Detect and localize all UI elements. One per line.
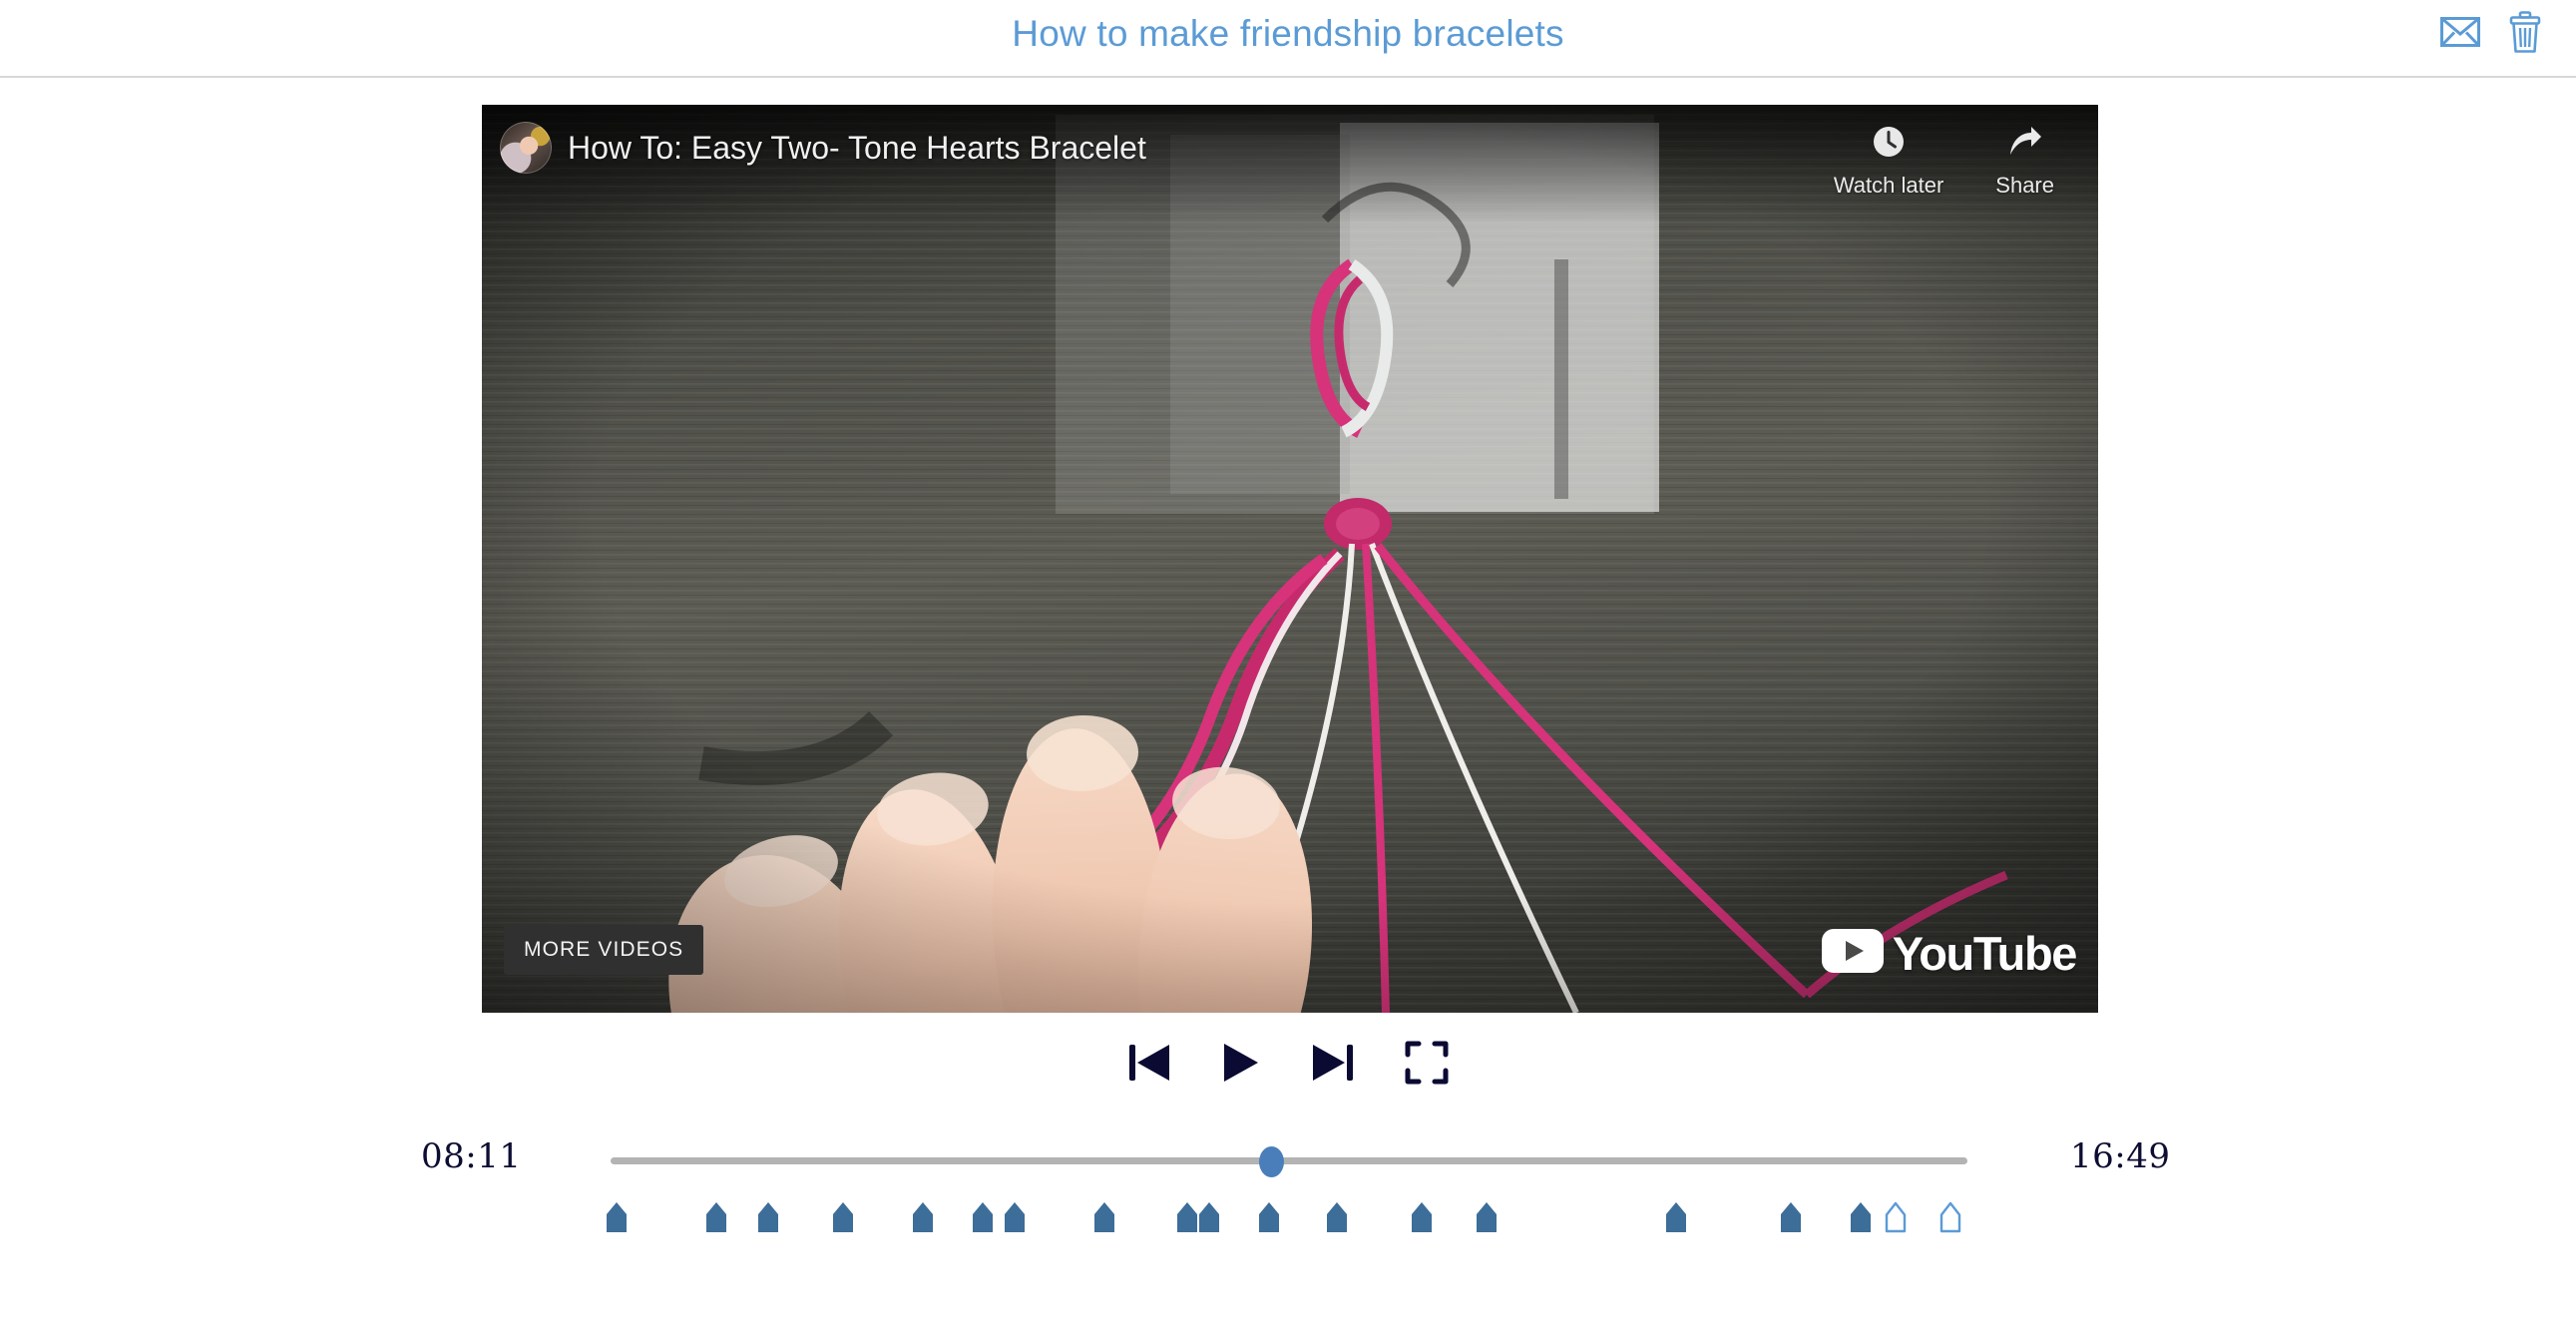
annotation-markers [0,1200,2576,1236]
watch-later-label: Watch later [1833,173,1944,198]
avatar[interactable] [500,122,552,174]
timeline-marker[interactable] [1197,1200,1221,1233]
playback-controls [0,1041,2576,1085]
timeline-marker[interactable] [1257,1200,1281,1233]
timeline: 08:11 16:49 [0,1136,2576,1180]
timeline-marker[interactable] [831,1200,855,1233]
video-player[interactable]: How To: Easy Two- Tone Hearts Bracelet W… [482,105,2098,1013]
timeline-marker[interactable] [1410,1200,1434,1233]
share-button[interactable]: Share [1995,125,2054,199]
timeline-marker[interactable] [1175,1200,1199,1233]
timeline-marker[interactable] [1884,1200,1908,1233]
video-frame-image [482,105,2098,1013]
trash-icon[interactable] [2508,11,2542,53]
video-title[interactable]: How To: Easy Two- Tone Hearts Bracelet [568,130,1146,167]
previous-button[interactable] [1127,1042,1171,1084]
total-time-label: 16:49 [2070,1136,2171,1176]
timeline-marker[interactable] [971,1200,995,1233]
watch-later-button[interactable]: Watch later [1834,125,1943,199]
progress-thumb[interactable] [1259,1146,1284,1177]
youtube-actions: Watch later Share [1834,105,2098,199]
page-title: How to make friendship bracelets [1012,13,1564,54]
timeline-marker[interactable] [605,1200,629,1233]
timeline-marker[interactable] [1475,1200,1499,1233]
timeline-marker[interactable] [1779,1200,1803,1233]
timeline-marker[interactable] [756,1200,780,1233]
next-button[interactable] [1311,1042,1355,1084]
share-icon [2007,125,2043,164]
header-actions [2440,11,2542,53]
mail-icon[interactable] [2440,17,2480,47]
timeline-marker[interactable] [1849,1200,1873,1233]
share-label: Share [1995,173,2054,198]
timeline-marker[interactable] [1003,1200,1027,1233]
timeline-marker[interactable] [911,1200,935,1233]
fullscreen-button[interactable] [1405,1041,1449,1085]
play-button[interactable] [1221,1042,1261,1084]
clock-icon [1872,125,1906,164]
app-header: How to make friendship bracelets [0,0,2576,78]
timeline-marker[interactable] [704,1200,728,1233]
progress-track[interactable] [611,1157,1967,1164]
current-time-label: 08:11 [421,1136,522,1176]
timeline-marker[interactable] [1325,1200,1349,1233]
more-videos-button[interactable]: MORE VIDEOS [504,925,704,975]
timeline-marker[interactable] [1938,1200,1962,1233]
timeline-marker[interactable] [1092,1200,1116,1233]
video-channel-info[interactable]: How To: Easy Two- Tone Hearts Bracelet [482,105,1146,174]
timeline-marker[interactable] [1664,1200,1688,1233]
